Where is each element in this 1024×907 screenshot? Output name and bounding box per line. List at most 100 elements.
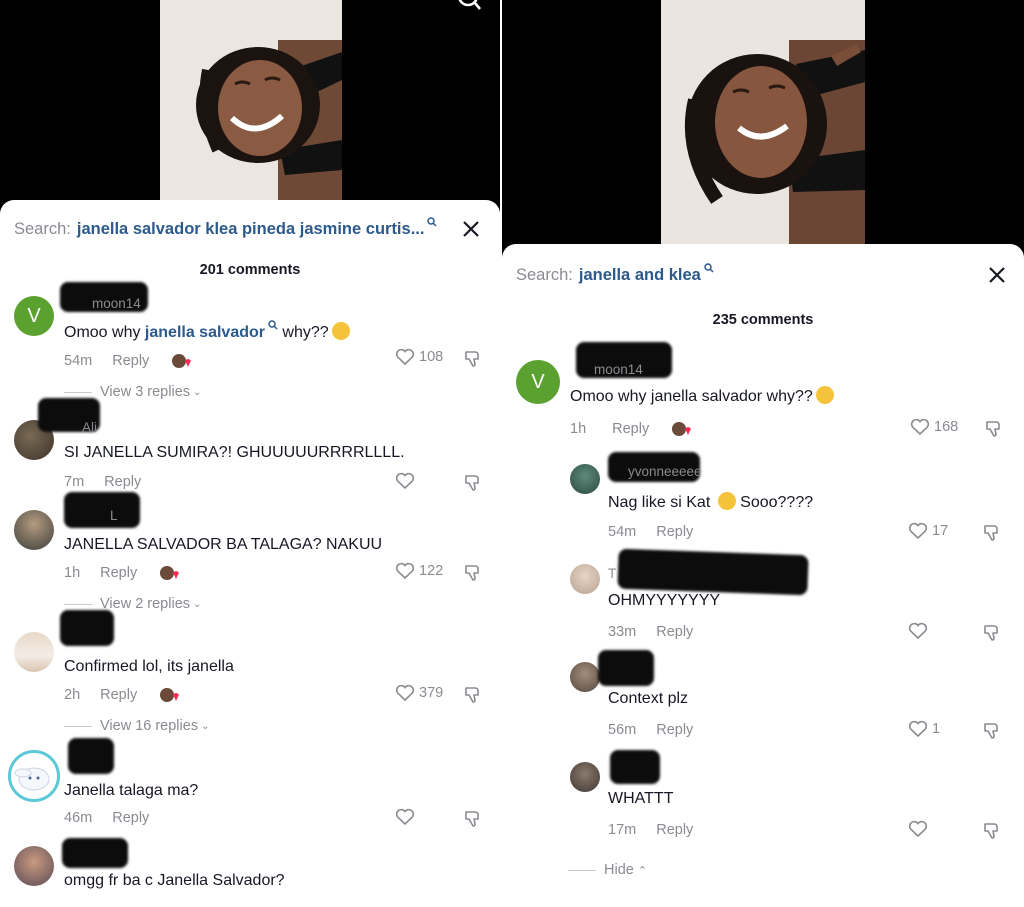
divider — [64, 725, 92, 727]
thumbs-down-icon[interactable] — [982, 721, 1002, 741]
heart-outline-icon — [908, 720, 928, 738]
search-query[interactable]: janella salvador klea pineda jasmine cur… — [77, 220, 425, 239]
avatar[interactable] — [570, 662, 600, 692]
avatar[interactable] — [570, 464, 600, 494]
comment-meta: 2h Reply — [64, 686, 181, 704]
username[interactable]: moon14 — [92, 296, 141, 311]
search-icon — [427, 217, 437, 227]
hide-replies-button[interactable]: Hide ⌃ — [568, 862, 647, 878]
comment-text: Nag like si Kat Sooo???? — [608, 492, 813, 512]
username[interactable]: T — [608, 566, 616, 581]
username[interactable]: moon14 — [594, 362, 643, 377]
avatar[interactable] — [14, 846, 54, 886]
reply-button[interactable]: Reply — [612, 421, 649, 437]
search-query[interactable]: janella and klea — [579, 266, 701, 285]
like-button[interactable]: 379 — [395, 684, 443, 702]
heart-outline-icon — [395, 684, 415, 702]
comment-text: Omoo why janella salvador why?? — [570, 386, 834, 406]
comment-meta: 33m Reply — [608, 624, 693, 640]
reply-button[interactable]: Reply — [656, 524, 693, 540]
thumbs-down-icon[interactable] — [463, 349, 483, 369]
comment-text: omgg fr ba c Janella Salvador? — [64, 872, 285, 889]
heart-outline-icon — [395, 562, 415, 580]
heart-outline-icon — [908, 820, 928, 838]
divider — [568, 869, 596, 871]
avatar[interactable] — [570, 762, 600, 792]
thumbs-down-icon[interactable] — [463, 809, 483, 829]
chevron-down-icon: ⌄ — [193, 598, 202, 610]
avatar[interactable] — [14, 632, 54, 672]
thumbs-down-icon[interactable] — [982, 523, 1002, 543]
view-replies-button[interactable]: View 16 replies ⌄ — [64, 718, 209, 734]
heart-outline-icon — [908, 622, 928, 640]
thumbs-down-icon[interactable] — [982, 821, 1002, 841]
like-count: 1 — [932, 721, 941, 737]
reply-button[interactable]: Reply — [104, 474, 141, 490]
comment-count: 235 comments — [712, 312, 814, 328]
reply-button[interactable]: Reply — [112, 353, 149, 369]
close-icon[interactable] — [986, 264, 1008, 286]
thumbs-down-icon[interactable] — [463, 473, 483, 493]
creator-liked-icon — [171, 352, 193, 370]
crying-emoji-icon — [331, 322, 350, 340]
avatar[interactable] — [8, 750, 60, 802]
reply-button[interactable]: Reply — [656, 822, 693, 838]
comment-meta: 54m Reply — [64, 352, 193, 370]
timestamp: 54m — [608, 524, 637, 540]
video-frame[interactable] — [661, 0, 865, 250]
reply-button[interactable]: Reply — [100, 565, 137, 581]
reply-button[interactable]: Reply — [100, 687, 137, 703]
thumbs-down-icon[interactable] — [463, 563, 483, 583]
avatar[interactable] — [570, 564, 600, 594]
like-button[interactable]: 1 — [908, 720, 940, 738]
comment-meta: 7m Reply — [64, 474, 141, 490]
video-frame[interactable] — [160, 0, 342, 206]
search-icon[interactable] — [454, 0, 482, 12]
video-still — [661, 0, 865, 250]
comment-text: OHMYYYYYYY — [608, 592, 721, 609]
reply-button[interactable]: Reply — [656, 624, 693, 640]
thumbs-down-icon[interactable] — [982, 623, 1002, 643]
like-button[interactable] — [908, 622, 932, 640]
right-screenshot: Search: janella and klea 235 comments V … — [502, 0, 1024, 907]
search-icon — [704, 263, 714, 273]
username[interactable]: Ali — [82, 420, 97, 435]
reply-button[interactable]: Reply — [112, 810, 149, 826]
comment-meta: 56m Reply — [608, 722, 693, 738]
comment-text-part: Sooo???? — [735, 494, 814, 511]
comment-text: Confirmed lol, its janella — [64, 658, 234, 675]
left-screenshot: Search: janella salvador klea pineda jas… — [0, 0, 500, 907]
avatar[interactable]: V — [14, 296, 54, 336]
like-count: 379 — [419, 685, 444, 701]
timestamp: 1h — [570, 421, 587, 437]
username[interactable]: yvonneeeee — [628, 464, 702, 479]
chevron-down-icon: ⌄ — [193, 386, 202, 398]
chevron-up-icon: ⌃ — [637, 864, 648, 877]
thumbs-down-icon[interactable] — [463, 685, 483, 705]
reply-button[interactable]: Reply — [656, 722, 693, 738]
like-button[interactable]: 168 — [910, 418, 958, 436]
search-bar[interactable]: Search: janella salvador klea pineda jas… — [14, 214, 486, 244]
comment-text-part: Nag like si Kat — [608, 494, 715, 511]
like-button[interactable]: 108 — [395, 348, 443, 366]
close-icon[interactable] — [460, 218, 482, 240]
comment-text: SI JANELLA SUMIRA?! GHUUUUURRRRLLLL. — [64, 444, 405, 461]
like-count: 168 — [934, 419, 959, 435]
like-button[interactable]: 122 — [395, 562, 443, 580]
search-bar[interactable]: Search: janella and klea — [516, 260, 1010, 290]
timestamp: 33m — [608, 624, 637, 640]
redacted-username — [62, 838, 128, 868]
like-button[interactable]: 17 — [908, 522, 948, 540]
thumbs-down-icon[interactable] — [984, 419, 1004, 439]
avatar[interactable] — [14, 510, 54, 550]
avatar[interactable]: V — [516, 360, 560, 404]
search-link[interactable]: janella salvador — [145, 324, 265, 341]
username[interactable]: L — [110, 508, 118, 523]
like-button[interactable] — [908, 820, 932, 838]
comment-meta: 46m Reply — [64, 810, 149, 826]
search-icon — [268, 320, 278, 330]
like-button[interactable] — [395, 472, 419, 490]
comments-sheet: Search: janella salvador klea pineda jas… — [0, 200, 500, 907]
chevron-down-icon: ⌄ — [201, 720, 210, 732]
like-button[interactable] — [395, 808, 419, 826]
